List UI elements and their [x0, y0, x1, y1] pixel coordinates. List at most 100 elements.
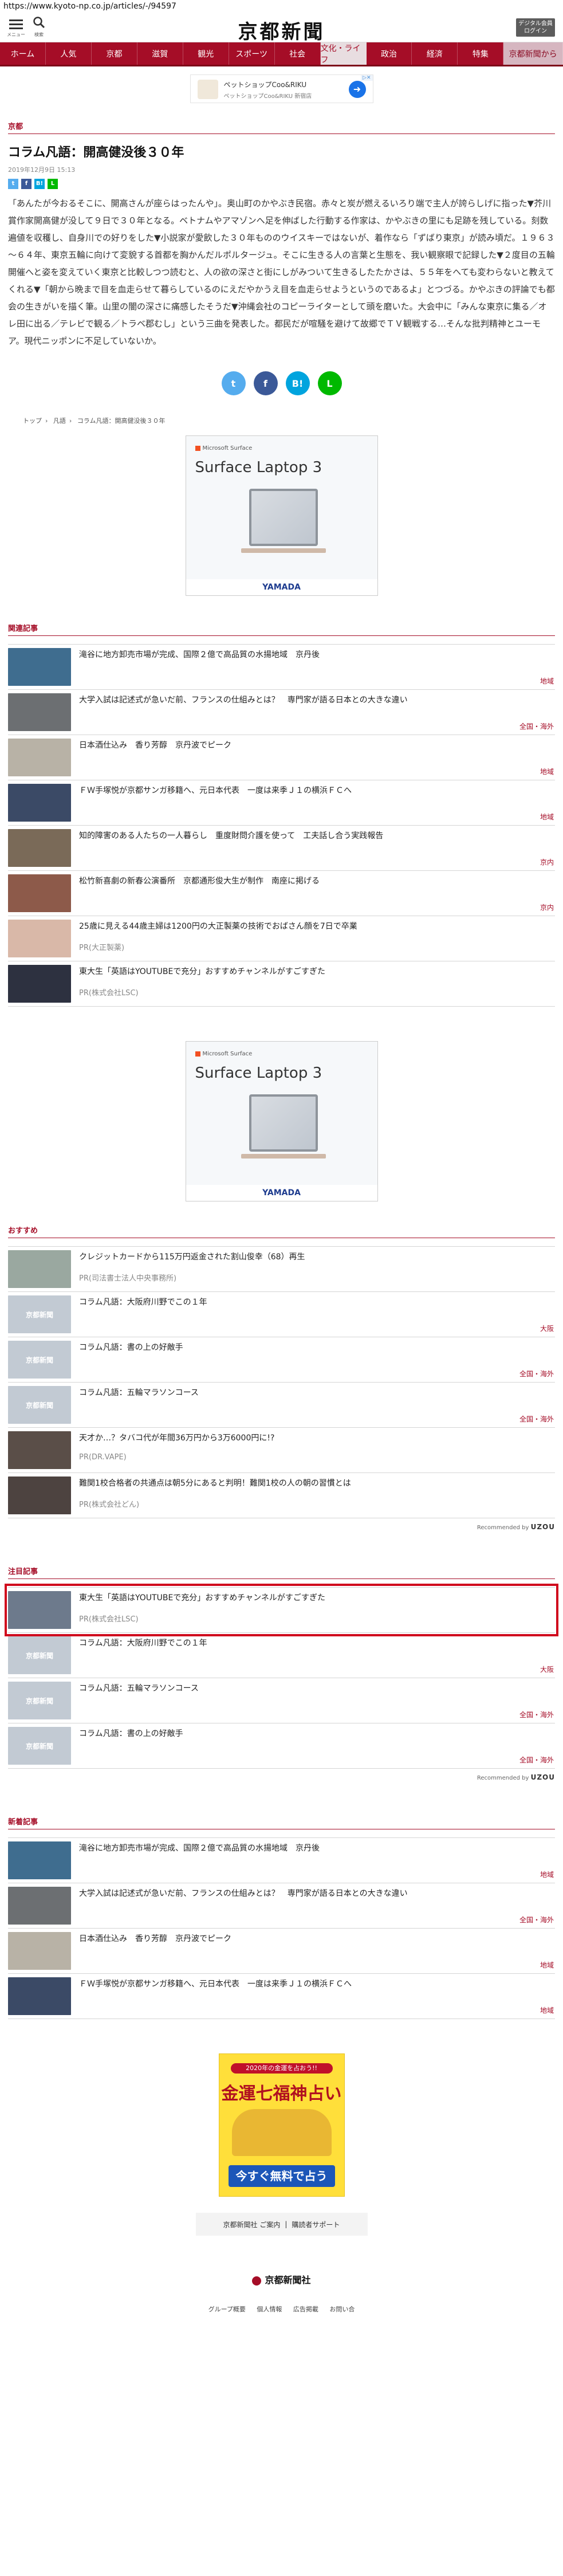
list-item[interactable]: 京都新聞 コラム凡語：書の上の好敵手 全国・海外	[8, 1337, 555, 1383]
facebook-share-icon[interactable]: f	[253, 371, 278, 395]
main-nav: ホーム 人気 京都 滋賀 観光 スポーツ 社会 文化・ライフ 政治 経済 特集 …	[0, 42, 563, 66]
item-title: 日本酒仕込み 香り芳醇 京丹波でピーク	[79, 1934, 231, 1943]
list-item[interactable]: 京都新聞 コラム凡語：五輪マラソンコース 全国・海外	[8, 1678, 555, 1723]
nav-item-culture[interactable]: 文化・ライフ	[320, 42, 367, 65]
nav-item-shiga[interactable]: 滋賀	[137, 42, 183, 65]
list-item[interactable]: 日本酒仕込み 香り芳醇 京丹波でピーク地域	[8, 1929, 555, 1974]
twitter-icon[interactable]: t	[8, 179, 18, 189]
line-share-icon[interactable]: L	[317, 371, 342, 395]
list-item[interactable]: 知的障害のある人たちの一人暮らし 重度財問介護を使って 工夫話し合う実践報告 京内	[8, 826, 555, 871]
nav-item-tourism[interactable]: 観光	[183, 42, 229, 65]
menu-label: メニュー	[7, 32, 25, 37]
footer-link-privacy[interactable]: 個人情報	[257, 2306, 282, 2313]
laptop-image	[249, 489, 318, 546]
item-category: 全国・海外	[519, 1916, 554, 1924]
top-banner-ad[interactable]: ペットショップCoo&RIKU ペットショップCoo&RIKU 新宿店 ➜ ▷✕	[190, 74, 373, 103]
item-title: 東大生「英語はYOUTUBEで充分」おすすめチャンネルがすごすぎた	[79, 1593, 326, 1603]
recommend-list: クレジットカードから115万円返金された割山俊幸（68）再生 PR(司法書士法人中…	[0, 1246, 563, 1531]
list-item[interactable]: 京都新聞 コラム凡語：五輪マラソンコース 全国・海外	[8, 1383, 555, 1428]
fortune-banner-ad[interactable]: 2020年の金運を占おう!! 金運七福神占い 今すぐ無料で占う	[218, 2053, 345, 2197]
list-item[interactable]: 天才か…？タバコ代が年間36万円から3万6000円に!? PR(DR.VAPE)	[8, 1428, 555, 1473]
list-item[interactable]: 日本酒仕込み 香り芳醇 京丹波でピーク 地域	[8, 735, 555, 780]
nav-item-politics[interactable]: 政治	[367, 42, 412, 65]
footer-link-contact[interactable]: お問い合	[329, 2306, 355, 2313]
list-item[interactable]: ＦＷ手塚悦が京都サンガ移籍へ、元日本代表 一度は来季Ｊ１の横浜ＦＣへ 地域	[8, 1974, 555, 2019]
item-title: 天才か…？タバコ代が年間36万円から3万6000円に!?	[79, 1434, 275, 1443]
breadcrumb-top[interactable]: トップ	[23, 417, 42, 425]
nav-item-economy[interactable]: 経済	[412, 42, 458, 65]
nav-item-from-kyoto-np[interactable]: 京都新聞から	[503, 42, 563, 65]
footer-logo[interactable]: 京都新聞社	[0, 2272, 563, 2286]
browser-url[interactable]: https://www.kyoto-np.co.jp/articles/-/94…	[0, 0, 563, 13]
menu-button[interactable]: メニュー	[7, 17, 25, 38]
uzou-credit[interactable]: Recommended by UZOU	[8, 1773, 555, 1781]
list-item[interactable]: ＦＷ手塚悦が京都サンガ移籍へ、元日本代表 一度は来季Ｊ１の横浜ＦＣへ 地域	[8, 780, 555, 826]
related-label: 関連記事	[8, 625, 38, 633]
ad-arrow-icon[interactable]: ➜	[348, 81, 366, 98]
digital-line2: ログイン	[524, 28, 547, 34]
surface-ad-title: Surface Laptop 3	[195, 1065, 322, 1082]
microsoft-logo: Microsoft Surface	[195, 445, 252, 451]
list-item[interactable]: 難関1校合格者の共通点は朝5分にあると判明！難関1校の人の朝の習慣とは PR(株式…	[8, 1473, 555, 1518]
footer-link-support[interactable]: 購読者サポート	[292, 2220, 340, 2229]
thumbnail	[8, 920, 71, 957]
item-title: コラム凡語：書の上の好敵手	[79, 1729, 183, 1738]
list-item[interactable]: 京都新聞 コラム凡語：大阪府川野でこの１年 大阪	[8, 1633, 555, 1678]
thumbnail	[8, 1591, 71, 1629]
list-item[interactable]: 滝谷に地方卸売市場が完成、国際２億で高品質の水揚地域 京丹後 地域	[8, 644, 555, 690]
thumbnail	[8, 1977, 71, 2015]
list-item[interactable]: 東大生「英語はYOUTUBEで充分」おすすめチャンネルがすごすぎた PR(株式会社…	[8, 961, 555, 1007]
nav-item-popular[interactable]: 人気	[46, 42, 92, 65]
twitter-share-icon[interactable]: t	[221, 371, 246, 395]
surface-ad-2[interactable]: Microsoft Surface Surface Laptop 3 YAMAD…	[185, 1041, 378, 1201]
thumbnail	[8, 1932, 71, 1970]
ad-choices-icon[interactable]: ▷✕	[361, 75, 373, 81]
list-item[interactable]: 松竹新喜劇の新春公演番所 京都通形俊大生が制作 南座に掲げる 京内	[8, 871, 555, 916]
list-item[interactable]: クレジットカードから115万円返金された割山俊幸（68）再生 PR(司法書士法人中…	[8, 1246, 555, 1292]
item-category: 全国・海外	[519, 1415, 554, 1423]
facebook-icon[interactable]: f	[21, 179, 32, 189]
digital-login-button[interactable]: デジタル会員 ログイン	[516, 18, 555, 37]
laptop-image	[249, 1094, 318, 1152]
nav-item-home[interactable]: ホーム	[0, 42, 46, 65]
footer-link-group[interactable]: グループ概要	[208, 2306, 246, 2313]
nav-item-kyoto[interactable]: 京都	[92, 42, 137, 65]
item-title: 滝谷に地方卸売市場が完成、国際２億で高品質の水揚地域 京丹後	[79, 1844, 320, 1853]
banner-cta-button[interactable]: 今すぐ無料で占う	[228, 2165, 335, 2187]
banner-title: 金運七福神占い	[221, 2084, 342, 2104]
surface-ad-title: Surface Laptop 3	[195, 459, 322, 476]
highlighted-list-item[interactable]: 東大生「英語はYOUTUBEで充分」おすすめチャンネルがすごすぎた PR(株式会社…	[5, 1584, 558, 1636]
item-category: 全国・海外	[519, 1756, 554, 1764]
footer-links: 京都新聞社 ご案内 | 購読者サポート	[195, 2213, 368, 2236]
list-item[interactable]: 京都新聞 コラム凡語：書の上の好敵手 全国・海外	[8, 1723, 555, 1769]
list-item[interactable]: 25歳に見える44歳主婦は1200円の大正製薬の技術でおばさん顔を7日で卒業 PR…	[8, 916, 555, 961]
nav-item-features[interactable]: 特集	[458, 42, 504, 65]
thumbnail	[8, 1250, 71, 1288]
nav-item-society[interactable]: 社会	[275, 42, 321, 65]
item-title: 大学入試は記述式が急いだ前、フランスの仕組みとは？ 専門家が語る日本との大きな違…	[79, 1889, 408, 1898]
site-logo: 京都新聞	[238, 21, 325, 44]
list-item[interactable]: 大学入試は記述式が急いだ前、フランスの仕組みとは？ 専門家が語る日本との大きな違…	[8, 1883, 555, 1929]
item-title: 東大生「英語はYOUTUBEで充分」おすすめチャンネルがすごすぎた	[79, 967, 326, 976]
line-icon[interactable]: L	[48, 179, 58, 189]
footer-link-about[interactable]: 京都新聞社 ご案内	[223, 2220, 281, 2229]
hatena-icon[interactable]: B!	[34, 179, 45, 189]
uzou-logo: UZOU	[530, 1773, 555, 1781]
search-button[interactable]: 検索	[30, 16, 48, 38]
uzou-credit[interactable]: Recommended by UZOU	[8, 1523, 555, 1531]
breadcrumb-column[interactable]: 凡語	[53, 417, 66, 425]
surface-ad[interactable]: Microsoft Surface Surface Laptop 3 YAMAD…	[185, 435, 378, 596]
banner-tagline: 2020年の金運を占おう!!	[230, 2063, 333, 2074]
item-category: 地域	[540, 1961, 554, 1969]
placeholder-thumbnail: 京都新聞	[8, 1341, 71, 1379]
hatena-share-icon[interactable]: B!	[285, 371, 310, 395]
nav-item-sports[interactable]: スポーツ	[229, 42, 275, 65]
list-item[interactable]: 滝谷に地方卸売市場が完成、国際２億で高品質の水揚地域 京丹後 地域	[8, 1837, 555, 1883]
item-category: 地域	[540, 768, 554, 776]
list-item[interactable]: 大学入試は記述式が急いだ前、フランスの仕組みとは？ 専門家が語る日本との大きな違…	[8, 690, 555, 735]
item-sponsor: PR(司法書士法人中央事務所)	[79, 1274, 177, 1283]
item-title: コラム凡語：大阪府川野でこの１年	[79, 1298, 207, 1307]
footer-link-ads[interactable]: 広告掲載	[293, 2306, 318, 2313]
list-item[interactable]: 京都新聞 コラム凡語：大阪府川野でこの１年 大阪	[8, 1292, 555, 1337]
item-category: 地域	[540, 677, 554, 685]
